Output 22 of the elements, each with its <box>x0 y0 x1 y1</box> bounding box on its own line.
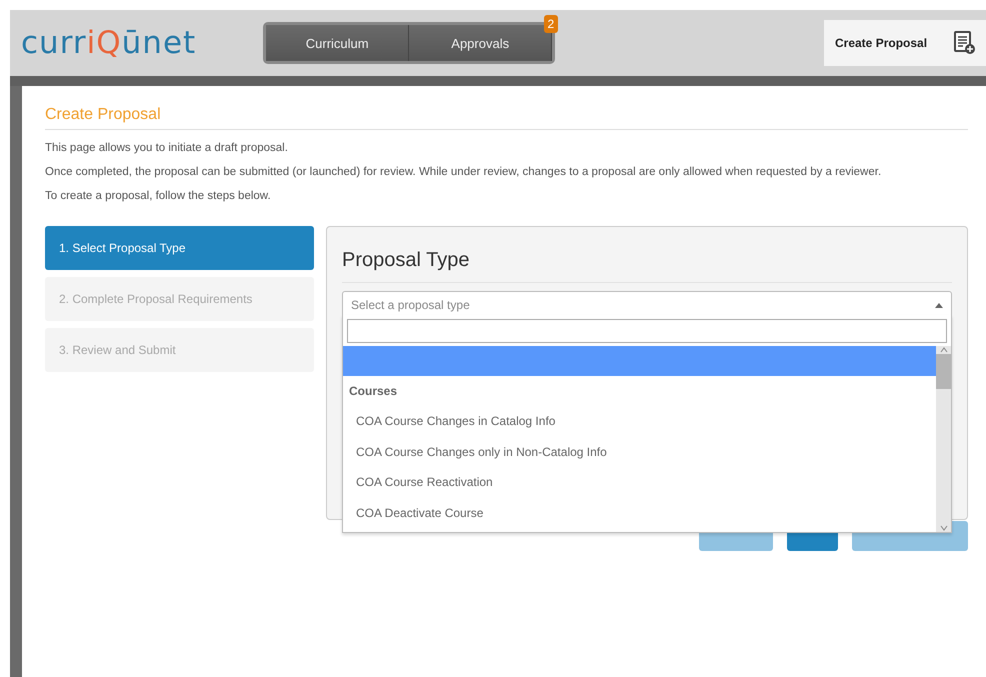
option-item[interactable]: COA Course Changes in Catalog Info <box>343 406 936 436</box>
group-label: Courses <box>348 383 398 400</box>
description-text: Once completed, the proposal can be submitted (or launched) for review. While under review, changes to a proposal are only allowed when requested by a reviewer. <box>45 166 882 178</box>
option-item[interactable]: COA Deactivate Course <box>343 498 936 528</box>
description-text: To create a proposal, follow the steps below. <box>45 190 272 202</box>
create-proposal-button[interactable]: Create Proposal <box>824 20 986 66</box>
caret-icon <box>935 302 943 308</box>
document-add-icon <box>954 31 976 55</box>
description-text: This page allows you to initiate a draft proposal. <box>45 142 289 154</box>
option-item[interactable]: COA Course Reactivation <box>343 467 936 498</box>
scroll-up-icon[interactable] <box>938 346 948 354</box>
count-badge: 2 <box>544 15 558 33</box>
scrollbar[interactable] <box>936 346 951 532</box>
step-item[interactable]: 1. Select Proposal Type <box>45 226 314 270</box>
scroll-down-icon[interactable] <box>938 524 948 532</box>
logo: curriQūnet <box>21 25 196 61</box>
option-item[interactable]: COA Course Changes only in Non-Catalog Info <box>343 436 936 467</box>
search-field[interactable] <box>347 319 947 343</box>
nav-tab[interactable]: Curriculum <box>266 25 410 61</box>
page-title: Create Proposal <box>45 106 968 130</box>
scrollbar-thumb[interactable] <box>936 354 951 389</box>
panel-title: Proposal Type <box>342 249 470 272</box>
